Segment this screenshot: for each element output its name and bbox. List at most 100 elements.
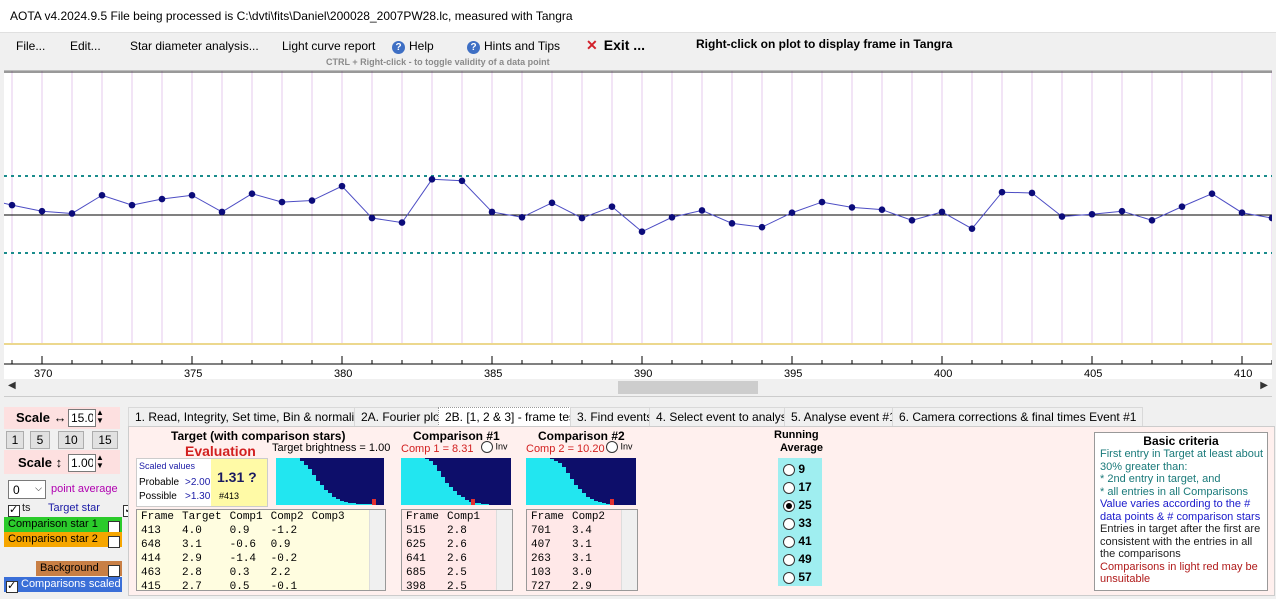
menu-hints[interactable]: ? Hints and Tips [467,39,560,54]
scroll-left-icon[interactable]: ◀ [8,380,16,391]
scroll-thumb[interactable] [618,381,758,394]
menu-file[interactable]: File... [16,39,45,53]
radio-button[interactable] [783,517,795,530]
menu-light-curve-report[interactable]: Light curve report [282,39,375,53]
table-row[interactable]: 515 2.8 [402,524,484,538]
point-average-select[interactable]: 0 ⌵ [8,480,46,499]
data-point[interactable] [1118,207,1126,215]
running-average-option-49[interactable]: 49 [783,552,812,566]
comps-scaled-row[interactable]: Comparisons scaled [4,577,122,593]
running-average-option-41[interactable]: 41 [783,534,812,548]
radio-button[interactable] [783,499,795,512]
tab-read[interactable]: 1. Read, Integrity, Set time, Bin & norm… [128,407,374,426]
data-point[interactable] [1028,189,1036,197]
data-point[interactable] [998,188,1006,196]
tab-find-events[interactable]: 3. Find events [570,407,660,426]
radio-button[interactable] [783,481,795,494]
comp1-inv-radio[interactable] [481,441,493,453]
radio-button[interactable] [783,535,795,548]
data-point[interactable] [1148,217,1156,224]
data-point[interactable] [38,207,46,215]
data-point[interactable] [158,195,166,203]
comp2-checkbox[interactable] [108,535,120,548]
data-point[interactable] [638,228,646,236]
data-point[interactable] [1088,210,1096,218]
menu-edit[interactable]: Edit... [70,39,101,53]
running-average-option-9[interactable]: 9 [783,462,805,476]
data-point[interactable] [308,197,316,204]
data-point[interactable] [908,217,916,224]
data-point[interactable] [1058,213,1066,220]
data-point[interactable] [698,207,706,214]
data-point[interactable] [848,204,856,211]
comp2-inv[interactable]: Inv [606,441,633,453]
background-checkbox[interactable] [108,564,120,577]
table-row[interactable]: 414 2.9 -1.4 -0.2 [137,552,349,566]
menu-exit[interactable]: ✕ Exit ... [586,37,645,54]
scale-v-spinner-icon[interactable]: ▲ ▼ [96,454,104,470]
target-table[interactable]: Frame Target Comp1 Comp2 Comp3 413 4.0 0.9… [136,509,386,594]
data-point[interactable] [428,175,436,183]
data-point[interactable] [788,209,796,217]
table-row[interactable]: 701 3.4 [527,524,609,538]
table-row[interactable]: 685 2.5 [402,566,484,580]
comps-scaled-checkbox[interactable] [6,579,18,593]
radio-button[interactable] [783,463,795,476]
data-point[interactable] [608,203,616,210]
scale-5-button[interactable]: 5 [30,431,50,449]
plot-canvas[interactable]: 3703753803853903954004054104154204254304… [0,71,1276,380]
radio-button[interactable] [783,553,795,566]
tab-fourier[interactable]: 2A. Fourier plot [354,407,451,426]
table-row[interactable]: 415 2.7 0.5 -0.1 [137,580,349,594]
data-point[interactable] [1238,209,1246,217]
scroll-right-icon[interactable]: ▶ [1260,380,1268,391]
data-point[interactable] [818,198,826,206]
data-point[interactable] [1268,214,1276,222]
scale-1-button[interactable]: 1 [6,431,24,449]
table-row[interactable]: 398 2.5 [402,580,484,594]
table-row[interactable]: 625 2.6 [402,538,484,552]
tab-select-event[interactable]: 4. Select event to analyse [649,407,801,426]
data-point[interactable] [338,182,346,190]
data-point[interactable] [728,220,736,227]
data-point[interactable] [98,191,106,199]
background-row[interactable]: Background [36,561,122,577]
scale-h-input[interactable] [68,409,96,427]
running-average-option-17[interactable]: 17 [783,480,812,494]
table-row[interactable]: 641 2.6 [402,552,484,566]
data-point[interactable] [248,190,256,198]
data-point[interactable] [938,208,946,216]
data-point[interactable] [518,213,526,221]
pts-checkbox[interactable] [8,503,20,517]
running-average-option-57[interactable]: 57 [783,570,812,584]
scale-15-button[interactable]: 15 [92,431,118,449]
data-point[interactable] [8,201,16,209]
table-row[interactable]: 463 2.8 0.3 2.2 [137,566,349,580]
data-point[interactable] [128,201,136,209]
comp2-table[interactable]: Frame Comp2 701 3.4 407 3.1 263 3.1 103 3.0 7… [526,509,638,594]
data-point[interactable] [218,208,226,216]
data-point[interactable] [278,198,286,206]
data-point[interactable] [488,208,496,216]
radio-button[interactable] [783,571,795,584]
table-row[interactable]: 648 3.1 -0.6 0.9 [137,538,349,552]
target-star-row[interactable]: ts Target star [8,502,136,517]
data-point[interactable] [878,206,886,213]
table-row[interactable]: 407 3.1 [527,538,609,552]
target-table-scrollbar[interactable] [369,510,385,590]
data-point[interactable] [1178,203,1186,210]
tab-analyse-event[interactable]: 5. Analyse event #1 [784,407,903,426]
menu-help[interactable]: ? Help [392,39,434,54]
table-row[interactable]: 103 3.0 [527,566,609,580]
data-point[interactable] [758,223,766,231]
table-row[interactable]: 413 4.0 0.9 -1.2 [137,524,349,538]
data-point[interactable] [668,213,676,221]
comp2-row[interactable]: Comparison star 2 [4,532,122,548]
data-point[interactable] [548,199,556,207]
data-point[interactable] [968,225,976,232]
tab-camera-corrections[interactable]: 6. Camera corrections & final times Even… [892,407,1144,426]
data-point[interactable] [398,219,406,226]
table-row[interactable]: 727 2.9 [527,580,609,594]
scale-10-button[interactable]: 10 [58,431,84,449]
data-point[interactable] [188,191,196,199]
